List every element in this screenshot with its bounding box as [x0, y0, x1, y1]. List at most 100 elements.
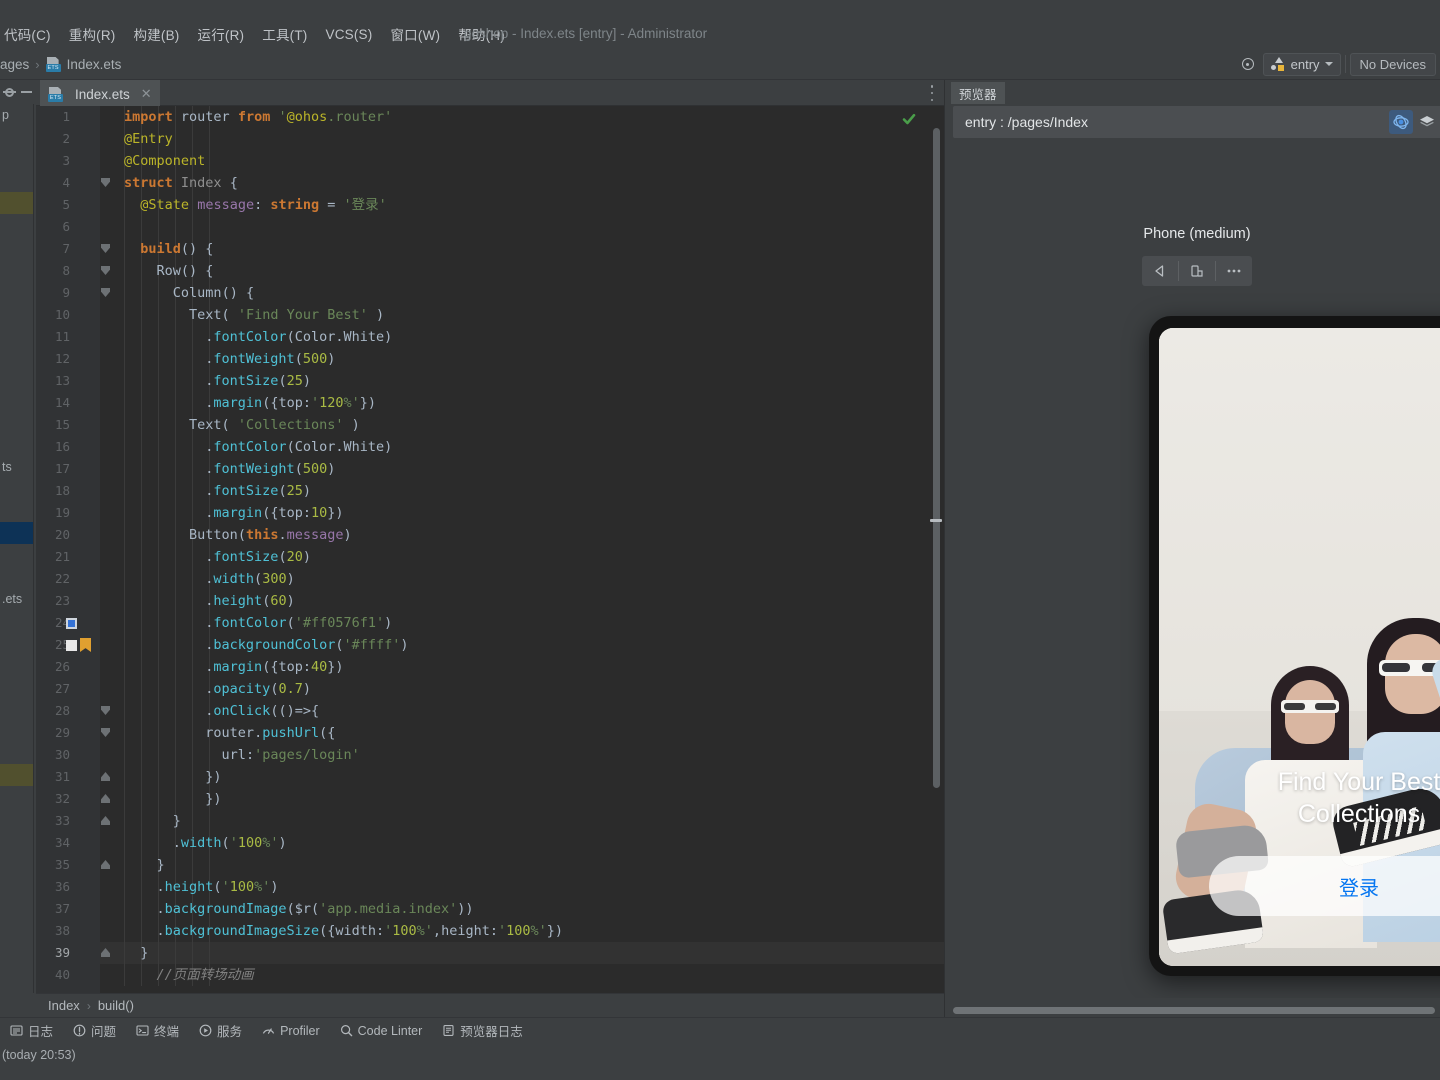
list-item[interactable]	[0, 214, 33, 236]
blue-square-icon[interactable]	[66, 618, 77, 629]
editor-tab-index-ets[interactable]: ETS Index.ets ✕	[40, 80, 160, 106]
menu-code[interactable]: 代码(C)	[0, 22, 60, 46]
list-item[interactable]	[0, 170, 33, 192]
list-item[interactable]	[0, 324, 33, 346]
list-item[interactable]	[0, 544, 33, 566]
list-item[interactable]	[0, 478, 33, 500]
status-log-label: 日志	[28, 1025, 54, 1039]
code-content[interactable]: import router from '@ohos.router' @Entry @…	[124, 106, 944, 993]
list-item[interactable]: p	[0, 104, 33, 126]
editor-scrollbar[interactable]	[933, 128, 940, 788]
editor-tab-label: Index.ets	[75, 86, 130, 102]
list-item[interactable]	[0, 698, 33, 720]
list-item[interactable]	[0, 742, 33, 764]
code-fold-toggle[interactable]	[100, 260, 112, 282]
list-item[interactable]	[0, 412, 33, 434]
menu-vcs[interactable]: VCS(S)	[317, 25, 382, 44]
list-item[interactable]	[0, 676, 33, 698]
code-fold-toggle[interactable]	[100, 282, 112, 304]
layers-icon[interactable]	[1415, 110, 1439, 134]
gear-icon[interactable]	[3, 86, 16, 99]
line-number: 11	[54, 329, 70, 344]
target-device-button[interactable]	[1233, 53, 1263, 75]
list-item[interactable]	[0, 764, 33, 786]
previewer-tab[interactable]: 预览器	[951, 82, 1005, 104]
line-number: 35	[54, 857, 70, 872]
device-status[interactable]: No Devices	[1349, 52, 1436, 76]
breadcrumb-scope[interactable]: Index	[48, 998, 80, 1013]
status-profiler[interactable]: Profiler	[252, 1018, 330, 1044]
breadcrumb-file[interactable]: Index.ets	[67, 57, 122, 72]
list-item[interactable]	[0, 720, 33, 742]
orientation-icon[interactable]	[1179, 256, 1215, 286]
breadcrumb-folder[interactable]: ages	[0, 57, 29, 72]
code-fold-toggle[interactable]	[100, 722, 112, 744]
list-item[interactable]	[0, 368, 33, 390]
inspection-ok-icon[interactable]	[902, 112, 916, 126]
menu-refactor[interactable]: 重构(R)	[60, 22, 125, 46]
menu-window[interactable]: 窗口(W)	[381, 22, 449, 46]
status-previewer-log[interactable]: 预览器日志	[432, 1018, 533, 1044]
code-fold-toggle[interactable]	[100, 854, 112, 876]
code-fold-toggle[interactable]	[100, 238, 112, 260]
project-tree[interactable]: p ts .ets	[0, 104, 34, 993]
list-item[interactable]	[0, 610, 33, 632]
list-item[interactable]	[0, 236, 33, 258]
list-item[interactable]	[0, 346, 33, 368]
code-editor[interactable]: 1 2 3 4 5 6 7 8 9 10 11 12 13 14 15 16 17 18 19 20 21 22 23 24 2…	[36, 106, 944, 993]
line-number: 27	[54, 681, 70, 696]
code-line: build() {	[140, 241, 214, 257]
list-item[interactable]	[0, 302, 33, 324]
code-fold-toggle[interactable]	[100, 810, 112, 832]
toolbar-divider	[1344, 55, 1346, 73]
menu-tools[interactable]: 工具(T)	[253, 22, 316, 46]
status-terminal[interactable]: 终端	[126, 1018, 189, 1044]
status-services[interactable]: 服务	[189, 1018, 252, 1044]
list-item[interactable]: ts	[0, 456, 33, 478]
status-log[interactable]: 日志	[0, 1018, 63, 1044]
tab-options-menu-icon[interactable]	[930, 85, 934, 101]
menu-build[interactable]: 构建(B)	[125, 22, 189, 46]
code-fold-toggle[interactable]	[100, 700, 112, 722]
list-item[interactable]	[0, 654, 33, 676]
code-fold-toggle[interactable]	[100, 942, 112, 964]
list-item[interactable]	[0, 192, 33, 214]
module-selector[interactable]: entry	[1262, 52, 1341, 76]
status-services-label: 服务	[217, 1025, 243, 1039]
code-line: .width(300)	[124, 571, 295, 587]
line-number: 28	[54, 703, 70, 718]
bookmark-icon[interactable]	[80, 638, 91, 652]
list-item[interactable]: .ets	[0, 588, 33, 610]
menu-run[interactable]: 运行(R)	[189, 22, 254, 46]
rotate-left-icon[interactable]	[1142, 256, 1178, 286]
phone-screen[interactable]: Find Your Best Collections 登录	[1159, 328, 1440, 966]
list-item[interactable]	[0, 280, 33, 302]
inspector-icon[interactable]	[1389, 110, 1413, 134]
minimize-icon[interactable]	[21, 91, 32, 93]
code-fold-toggle[interactable]	[100, 766, 112, 788]
list-item[interactable]	[0, 434, 33, 456]
previewer-horizontal-scrollbar[interactable]	[953, 1006, 1440, 1014]
login-button[interactable]: 登录	[1209, 856, 1440, 916]
list-item[interactable]	[0, 632, 33, 654]
breadcrumb-member[interactable]: build()	[98, 998, 134, 1013]
list-item[interactable]	[0, 126, 33, 148]
line-number: 7	[62, 241, 70, 256]
line-number: 6	[62, 219, 70, 234]
code-fold-toggle[interactable]	[100, 788, 112, 810]
list-item[interactable]	[0, 148, 33, 170]
code-fold-toggle[interactable]	[100, 172, 112, 194]
editor-gutter[interactable]: 1 2 3 4 5 6 7 8 9 10 11 12 13 14 15 16 17 18 19 20 21 22 23 24 2…	[36, 106, 110, 993]
list-item[interactable]	[0, 500, 33, 522]
more-options-icon[interactable]	[1216, 256, 1252, 286]
status-problems[interactable]: 问题	[63, 1018, 126, 1044]
close-icon[interactable]: ✕	[141, 86, 152, 102]
list-item[interactable]	[0, 390, 33, 412]
list-item-selected[interactable]	[0, 522, 33, 544]
code-line: @Entry	[124, 131, 173, 147]
status-code-linter[interactable]: Code Linter	[330, 1018, 433, 1044]
list-item[interactable]	[0, 566, 33, 588]
profiler-icon	[262, 1024, 275, 1037]
white-square-icon[interactable]	[66, 640, 77, 651]
list-item[interactable]	[0, 258, 33, 280]
